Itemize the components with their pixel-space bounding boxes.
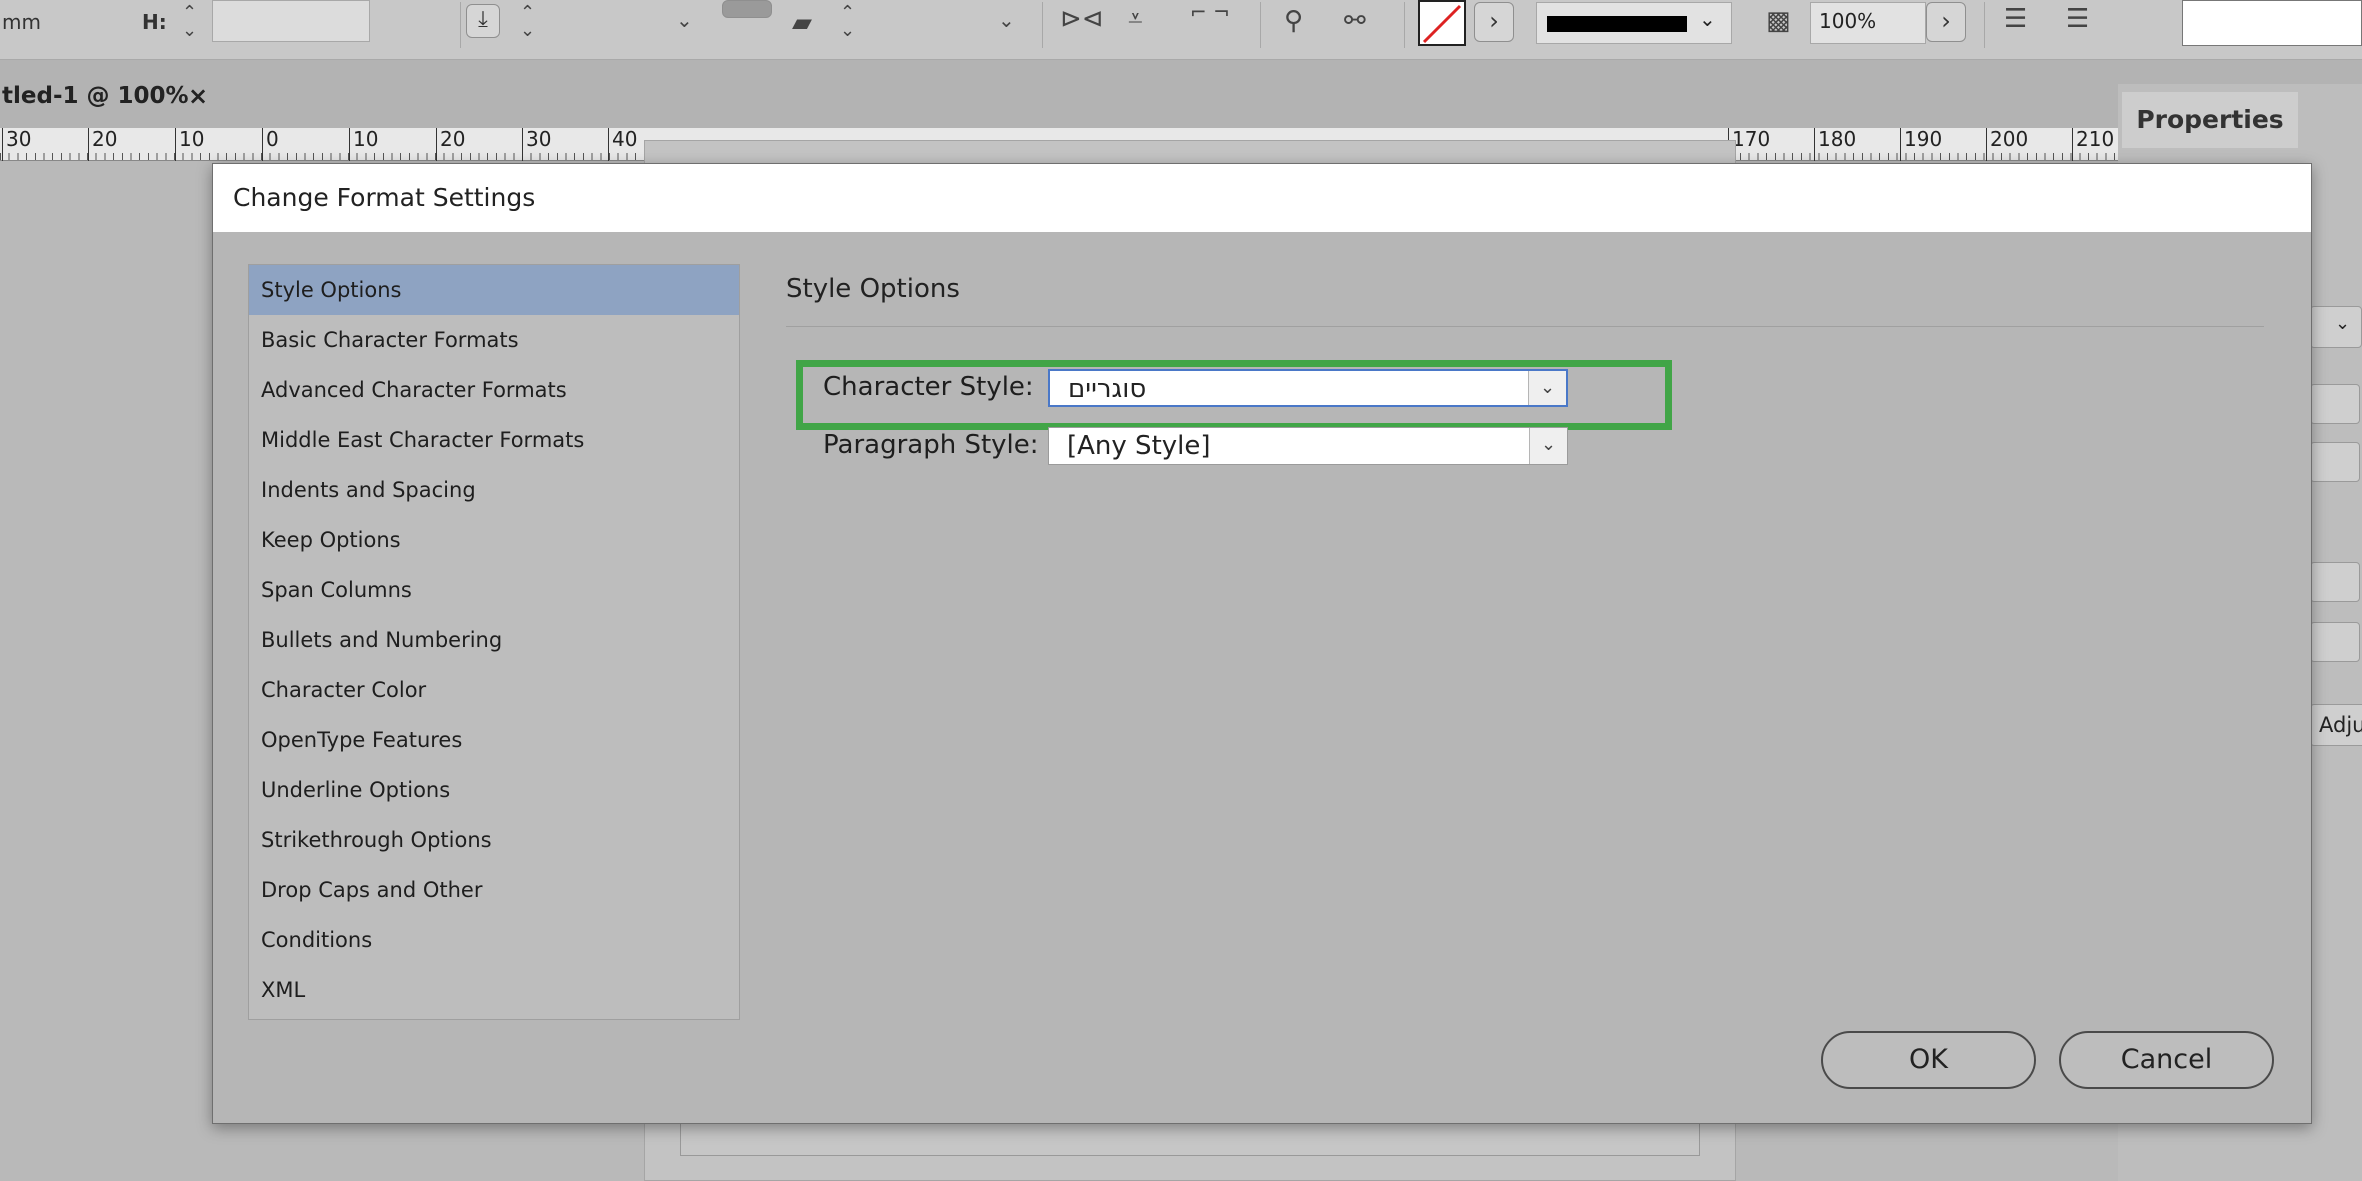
- shear-stepper-icon[interactable]: ⌃ ⌄: [840, 4, 855, 40]
- nav-item-keep-options[interactable]: Keep Options: [249, 515, 739, 565]
- ruler-label: 20: [88, 128, 117, 161]
- ruler-label: 190: [1900, 128, 1942, 161]
- select-next-icon[interactable]: ⚯: [1344, 8, 1366, 34]
- reference-point-icon[interactable]: ⤓: [466, 4, 500, 38]
- ruler-label: 200: [1986, 128, 2028, 161]
- align-icon[interactable]: ☰: [2066, 6, 2089, 32]
- flip-vertical-icon[interactable]: ⩡: [1128, 6, 1143, 32]
- chevron-down-icon[interactable]: ⌄: [998, 10, 1015, 30]
- chevron-down-icon[interactable]: ⌄: [676, 10, 693, 30]
- close-icon[interactable]: ×: [188, 70, 208, 122]
- properties-button[interactable]: [2310, 384, 2360, 424]
- nav-item-character-color[interactable]: Character Color: [249, 665, 739, 715]
- stepper-icon[interactable]: ⌃ ⌄: [520, 4, 535, 40]
- document-tab[interactable]: tled-1 @ 100% ×: [0, 70, 230, 122]
- chevron-down-icon: ⌄: [1699, 7, 1716, 31]
- opacity-icon: ▩: [1766, 6, 1791, 36]
- ruler-label: 40: [608, 128, 637, 161]
- nav-item-advanced-character-formats[interactable]: Advanced Character Formats: [249, 365, 739, 415]
- adjust-button[interactable]: Adju: [2310, 704, 2362, 746]
- paragraph-style-value: [Any Style]: [1067, 431, 1211, 461]
- change-format-settings-dialog: Change Format Settings Style Options Bas…: [212, 163, 2312, 1124]
- shear-button[interactable]: [722, 0, 772, 18]
- nav-item-style-options[interactable]: Style Options: [249, 265, 739, 315]
- properties-field[interactable]: [2310, 562, 2360, 602]
- nav-item-span-columns[interactable]: Span Columns: [249, 565, 739, 615]
- control-bar: mm H: ⌃ ⌄ ⤓ ⌃ ⌄ ⌄ ▰ ⌃ ⌄ ⌄ ⊳⊲ ⩡ ⌐ ¬ ⚲ ⚯ › ⌄ …: [0, 0, 2362, 60]
- cancel-button[interactable]: Cancel: [2059, 1031, 2274, 1089]
- properties-button[interactable]: [2310, 442, 2360, 482]
- fill-swatch-none-icon[interactable]: [1418, 0, 1466, 46]
- nav-item-xml[interactable]: XML: [249, 965, 739, 1015]
- height-field[interactable]: [212, 0, 370, 42]
- stroke-type-select[interactable]: ⌄: [1536, 2, 1732, 44]
- category-list: Style Options Basic Character Formats Ad…: [248, 264, 740, 1020]
- nav-item-underline-options[interactable]: Underline Options: [249, 765, 739, 815]
- select-container-icon[interactable]: ⌐ ¬: [1190, 2, 1230, 22]
- select-previous-icon[interactable]: ⚲: [1284, 8, 1303, 34]
- height-label: H:: [142, 10, 167, 34]
- document-tab-title: tled-1 @ 100%: [2, 83, 189, 109]
- ruler-label: 10: [349, 128, 378, 161]
- character-style-label: Character Style:: [823, 372, 1034, 402]
- properties-dropdown[interactable]: ⌄: [2310, 306, 2362, 348]
- character-style-value: סוגריים: [1068, 374, 1147, 404]
- paragraph-style-select[interactable]: [Any Style] ⌄: [1048, 427, 1568, 465]
- nav-item-indents-and-spacing[interactable]: Indents and Spacing: [249, 465, 739, 515]
- nav-item-strikethrough-options[interactable]: Strikethrough Options: [249, 815, 739, 865]
- section-title: Style Options: [786, 274, 960, 304]
- arrow-right-icon[interactable]: ›: [1926, 2, 1966, 42]
- chevron-down-icon: ⌄: [2335, 313, 2351, 334]
- height-stepper-icon[interactable]: ⌃ ⌄: [182, 4, 197, 40]
- document-tab-bar: [0, 60, 2362, 128]
- properties-field[interactable]: [2310, 622, 2360, 662]
- dialog-title: Change Format Settings: [213, 164, 2311, 232]
- unit-text: mm: [2, 10, 41, 34]
- opacity-field[interactable]: 100%: [1810, 2, 1926, 44]
- ruler-label: 30: [522, 128, 551, 161]
- ruler-label: 180: [1814, 128, 1856, 161]
- shear-icon[interactable]: ▰: [792, 10, 812, 36]
- chevron-down-icon[interactable]: ⌄: [1529, 428, 1567, 464]
- nav-item-middle-east-character-formats[interactable]: Middle East Character Formats: [249, 415, 739, 465]
- chevron-down-icon[interactable]: ⌄: [1528, 371, 1566, 405]
- ruler-label: 210: [2072, 128, 2114, 161]
- character-style-select[interactable]: סוגריים ⌄: [1048, 369, 1568, 407]
- nav-item-basic-character-formats[interactable]: Basic Character Formats: [249, 315, 739, 365]
- tab-properties[interactable]: Properties: [2122, 92, 2298, 148]
- nav-item-opentype-features[interactable]: OpenType Features: [249, 715, 739, 765]
- section-divider: [786, 326, 2264, 327]
- ok-button[interactable]: OK: [1821, 1031, 2036, 1089]
- flip-horizontal-icon[interactable]: ⊳⊲: [1060, 6, 1104, 32]
- text-wrap-icon[interactable]: ☰: [2004, 6, 2027, 32]
- stroke-preview-field[interactable]: [2182, 0, 2362, 46]
- ruler-label: 30: [2, 128, 31, 161]
- nav-item-conditions[interactable]: Conditions: [249, 915, 739, 965]
- ruler-label: 10: [175, 128, 204, 161]
- paragraph-style-label: Paragraph Style:: [823, 430, 1039, 460]
- ruler-label: 20: [436, 128, 465, 161]
- ruler-label: 0: [262, 128, 279, 161]
- nav-item-drop-caps-and-other[interactable]: Drop Caps and Other: [249, 865, 739, 915]
- arrow-right-icon[interactable]: ›: [1474, 2, 1514, 42]
- nav-item-bullets-and-numbering[interactable]: Bullets and Numbering: [249, 615, 739, 665]
